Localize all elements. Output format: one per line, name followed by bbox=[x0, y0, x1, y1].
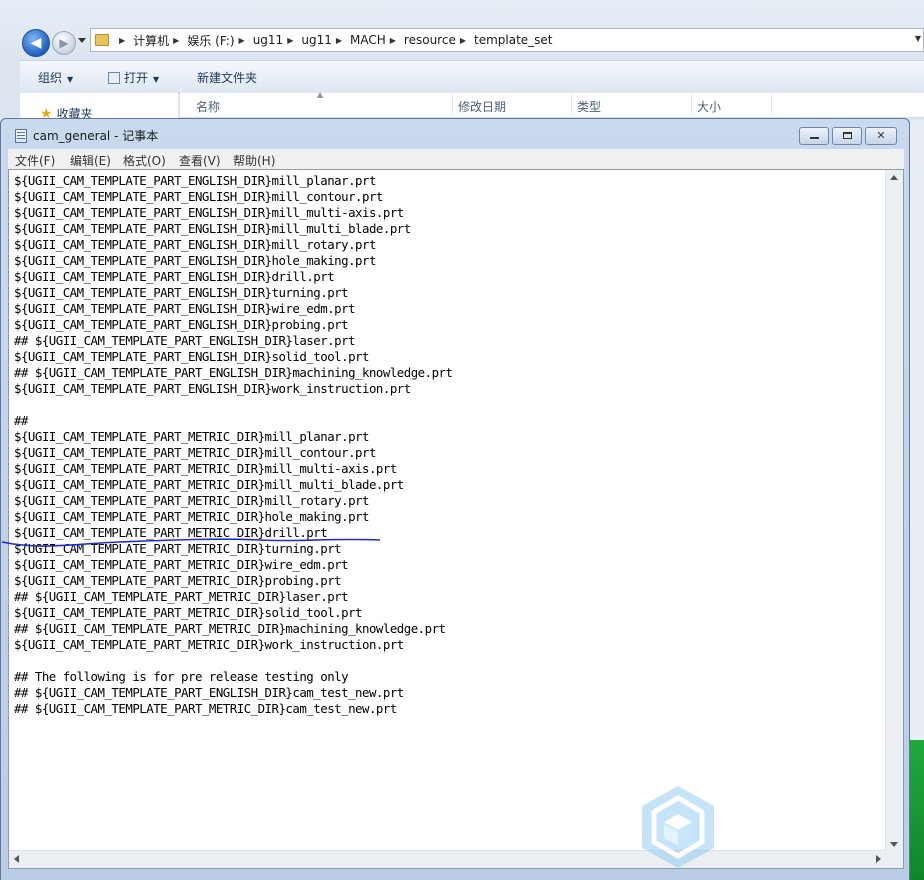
breadcrumb-item[interactable]: resource ▶ bbox=[404, 33, 474, 47]
maximize-button[interactable] bbox=[832, 127, 862, 145]
text-line: ${UGII_CAM_TEMPLATE_PART_ENGLISH_DIR}hol… bbox=[14, 253, 376, 268]
column-type[interactable]: 类型 bbox=[577, 98, 601, 115]
address-bar[interactable]: ▶ 计算机 ▶ 娱乐 (F:) ▶ ug11 ▶ ug11 ▶ MACH ▶ resour… bbox=[90, 28, 924, 52]
open-file-icon bbox=[108, 72, 120, 84]
forward-button[interactable]: ▶ bbox=[52, 31, 76, 55]
folder-icon bbox=[95, 34, 109, 46]
column-divider[interactable] bbox=[691, 93, 692, 115]
chevron-down-icon[interactable]: ▼ bbox=[915, 34, 921, 43]
text-line: ${UGII_CAM_TEMPLATE_PART_ENGLISH_DIR}mil… bbox=[14, 173, 376, 188]
arrow-left-icon: ◀ bbox=[30, 35, 42, 51]
text-line: ${UGII_CAM_TEMPLATE_PART_ENGLISH_DIR}dri… bbox=[14, 269, 335, 284]
column-divider[interactable] bbox=[771, 93, 772, 115]
navigation-bar: ◀ ▶ ▶ 计算机 ▶ 娱乐 (F:) ▶ ug11 ▶ ug11 ▶ MACH ▶ re… bbox=[0, 24, 924, 58]
text-line: ## bbox=[14, 413, 28, 428]
arrow-right-icon: ▶ bbox=[59, 36, 69, 50]
text-line: ${UGII_CAM_TEMPLATE_PART_METRIC_DIR}work… bbox=[14, 637, 404, 652]
text-line: ${UGII_CAM_TEMPLATE_PART_METRIC_DIR}mill… bbox=[14, 493, 369, 508]
text-line: ## ${UGII_CAM_TEMPLATE_PART_METRIC_DIR}c… bbox=[14, 701, 397, 716]
column-headers: ▲ 名称 修改日期 类型 大小 bbox=[180, 90, 924, 118]
recent-pages-dropdown[interactable] bbox=[78, 38, 86, 43]
column-size[interactable]: 大小 bbox=[697, 98, 721, 115]
text-editor[interactable]: ${UGII_CAM_TEMPLATE_PART_ENGLISH_DIR}mil… bbox=[8, 169, 904, 869]
watermark-logo bbox=[642, 786, 714, 868]
text-line: ${UGII_CAM_TEMPLATE_PART_METRIC_DIR}prob… bbox=[14, 573, 342, 588]
text-line: ${UGII_CAM_TEMPLATE_PART_ENGLISH_DIR}sol… bbox=[14, 349, 369, 364]
text-line: ${UGII_CAM_TEMPLATE_PART_METRIC_DIR}mill… bbox=[14, 445, 376, 460]
back-button[interactable]: ◀ bbox=[22, 29, 50, 57]
scroll-right-icon[interactable] bbox=[876, 855, 881, 863]
text-line: ## ${UGII_CAM_TEMPLATE_PART_ENGLISH_DIR}… bbox=[14, 685, 404, 700]
scroll-up-icon[interactable] bbox=[890, 175, 898, 180]
sort-ascending-icon: ▲ bbox=[317, 90, 324, 99]
minimize-button[interactable] bbox=[799, 127, 829, 145]
column-name[interactable]: 名称 bbox=[196, 98, 220, 115]
text-line: ${UGII_CAM_TEMPLATE_PART_ENGLISH_DIR}mil… bbox=[14, 237, 376, 252]
menu-format[interactable]: 格式(O) bbox=[123, 152, 166, 169]
desktop-background bbox=[910, 740, 924, 880]
menu-file[interactable]: 文件(F) bbox=[15, 152, 55, 169]
breadcrumb-item[interactable]: template_set bbox=[474, 33, 553, 47]
text-line: ${UGII_CAM_TEMPLATE_PART_METRIC_DIR}mill… bbox=[14, 477, 404, 492]
text-line: ${UGII_CAM_TEMPLATE_PART_ENGLISH_DIR}pro… bbox=[14, 317, 349, 332]
text-line: ${UGII_CAM_TEMPLATE_PART_METRIC_DIR}mill… bbox=[14, 461, 397, 476]
scroll-left-icon[interactable] bbox=[14, 855, 19, 863]
explorer-toolbar: 组织 ▼ 打开 ▼ 新建文件夹 bbox=[20, 60, 924, 94]
menu-edit[interactable]: 编辑(E) bbox=[70, 152, 111, 169]
text-line: ${UGII_CAM_TEMPLATE_PART_ENGLISH_DIR}mil… bbox=[14, 205, 404, 220]
chevron-down-icon: ▼ bbox=[67, 75, 74, 84]
close-icon: ✕ bbox=[876, 129, 886, 142]
text-line: ${UGII_CAM_TEMPLATE_PART_ENGLISH_DIR}wor… bbox=[14, 381, 411, 396]
text-line: ## ${UGII_CAM_TEMPLATE_PART_METRIC_DIR}m… bbox=[14, 621, 446, 636]
menu-view[interactable]: 查看(V) bbox=[179, 152, 221, 169]
breadcrumb-separator[interactable]: ▶ bbox=[115, 36, 133, 45]
window-title: cam_general - 记事本 bbox=[15, 127, 158, 144]
chevron-down-icon: ▼ bbox=[153, 75, 160, 84]
size-grip[interactable] bbox=[886, 851, 903, 868]
text-line: ${UGII_CAM_TEMPLATE_PART_METRIC_DIR}turn… bbox=[14, 541, 342, 556]
notepad-icon bbox=[15, 128, 27, 143]
scroll-down-icon[interactable] bbox=[890, 842, 898, 847]
vertical-scrollbar[interactable] bbox=[885, 170, 903, 852]
text-line: ${UGII_CAM_TEMPLATE_PART_METRIC_DIR}mill… bbox=[14, 429, 369, 444]
open-button[interactable]: 打开 ▼ bbox=[108, 69, 159, 86]
column-divider[interactable] bbox=[571, 93, 572, 115]
minimize-icon bbox=[810, 137, 819, 139]
new-folder-button[interactable]: 新建文件夹 bbox=[197, 69, 257, 86]
text-line: ${UGII_CAM_TEMPLATE_PART_ENGLISH_DIR}mil… bbox=[14, 221, 411, 236]
menu-bar: 文件(F) 编辑(E) 格式(O) 查看(V) 帮助(H) bbox=[8, 149, 904, 169]
text-line: ${UGII_CAM_TEMPLATE_PART_ENGLISH_DIR}wir… bbox=[14, 301, 356, 316]
breadcrumb-item[interactable]: 计算机 ▶ bbox=[133, 32, 187, 49]
maximize-icon bbox=[843, 132, 852, 139]
text-line: ${UGII_CAM_TEMPLATE_PART_METRIC_DIR}hole… bbox=[14, 509, 369, 524]
text-line: ${UGII_CAM_TEMPLATE_PART_ENGLISH_DIR}mil… bbox=[14, 189, 383, 204]
organize-button[interactable]: 组织 ▼ bbox=[38, 69, 73, 86]
text-line: ## The following is for pre release test… bbox=[14, 669, 349, 684]
column-modified[interactable]: 修改日期 bbox=[458, 98, 506, 115]
breadcrumb-item[interactable]: ug11 ▶ bbox=[301, 33, 350, 47]
column-divider[interactable] bbox=[452, 93, 453, 115]
breadcrumb-item[interactable]: MACH ▶ bbox=[350, 33, 404, 47]
horizontal-scrollbar[interactable] bbox=[9, 850, 886, 868]
text-line: ## ${UGII_CAM_TEMPLATE_PART_ENGLISH_DIR}… bbox=[14, 333, 356, 348]
text-line: ## ${UGII_CAM_TEMPLATE_PART_METRIC_DIR}l… bbox=[14, 589, 349, 604]
text-line: ${UGII_CAM_TEMPLATE_PART_METRIC_DIR}wire… bbox=[14, 557, 349, 572]
breadcrumb-item[interactable]: ug11 ▶ bbox=[253, 33, 302, 47]
caption-buttons: ✕ bbox=[796, 127, 897, 145]
text-line: ${UGII_CAM_TEMPLATE_PART_METRIC_DIR}dril… bbox=[14, 525, 328, 540]
text-line: ## ${UGII_CAM_TEMPLATE_PART_ENGLISH_DIR}… bbox=[14, 365, 453, 380]
text-line: ${UGII_CAM_TEMPLATE_PART_ENGLISH_DIR}tur… bbox=[14, 285, 349, 300]
text-line: ${UGII_CAM_TEMPLATE_PART_METRIC_DIR}soli… bbox=[14, 605, 363, 620]
close-button[interactable]: ✕ bbox=[865, 127, 897, 145]
menu-help[interactable]: 帮助(H) bbox=[233, 152, 275, 169]
breadcrumb-item[interactable]: 娱乐 (F:) ▶ bbox=[187, 32, 252, 49]
notepad-window: cam_general - 记事本 ✕ 文件(F) 编辑(E) 格式(O) 查看… bbox=[0, 118, 910, 880]
editor-content[interactable]: ${UGII_CAM_TEMPLATE_PART_ENGLISH_DIR}mil… bbox=[14, 173, 453, 717]
